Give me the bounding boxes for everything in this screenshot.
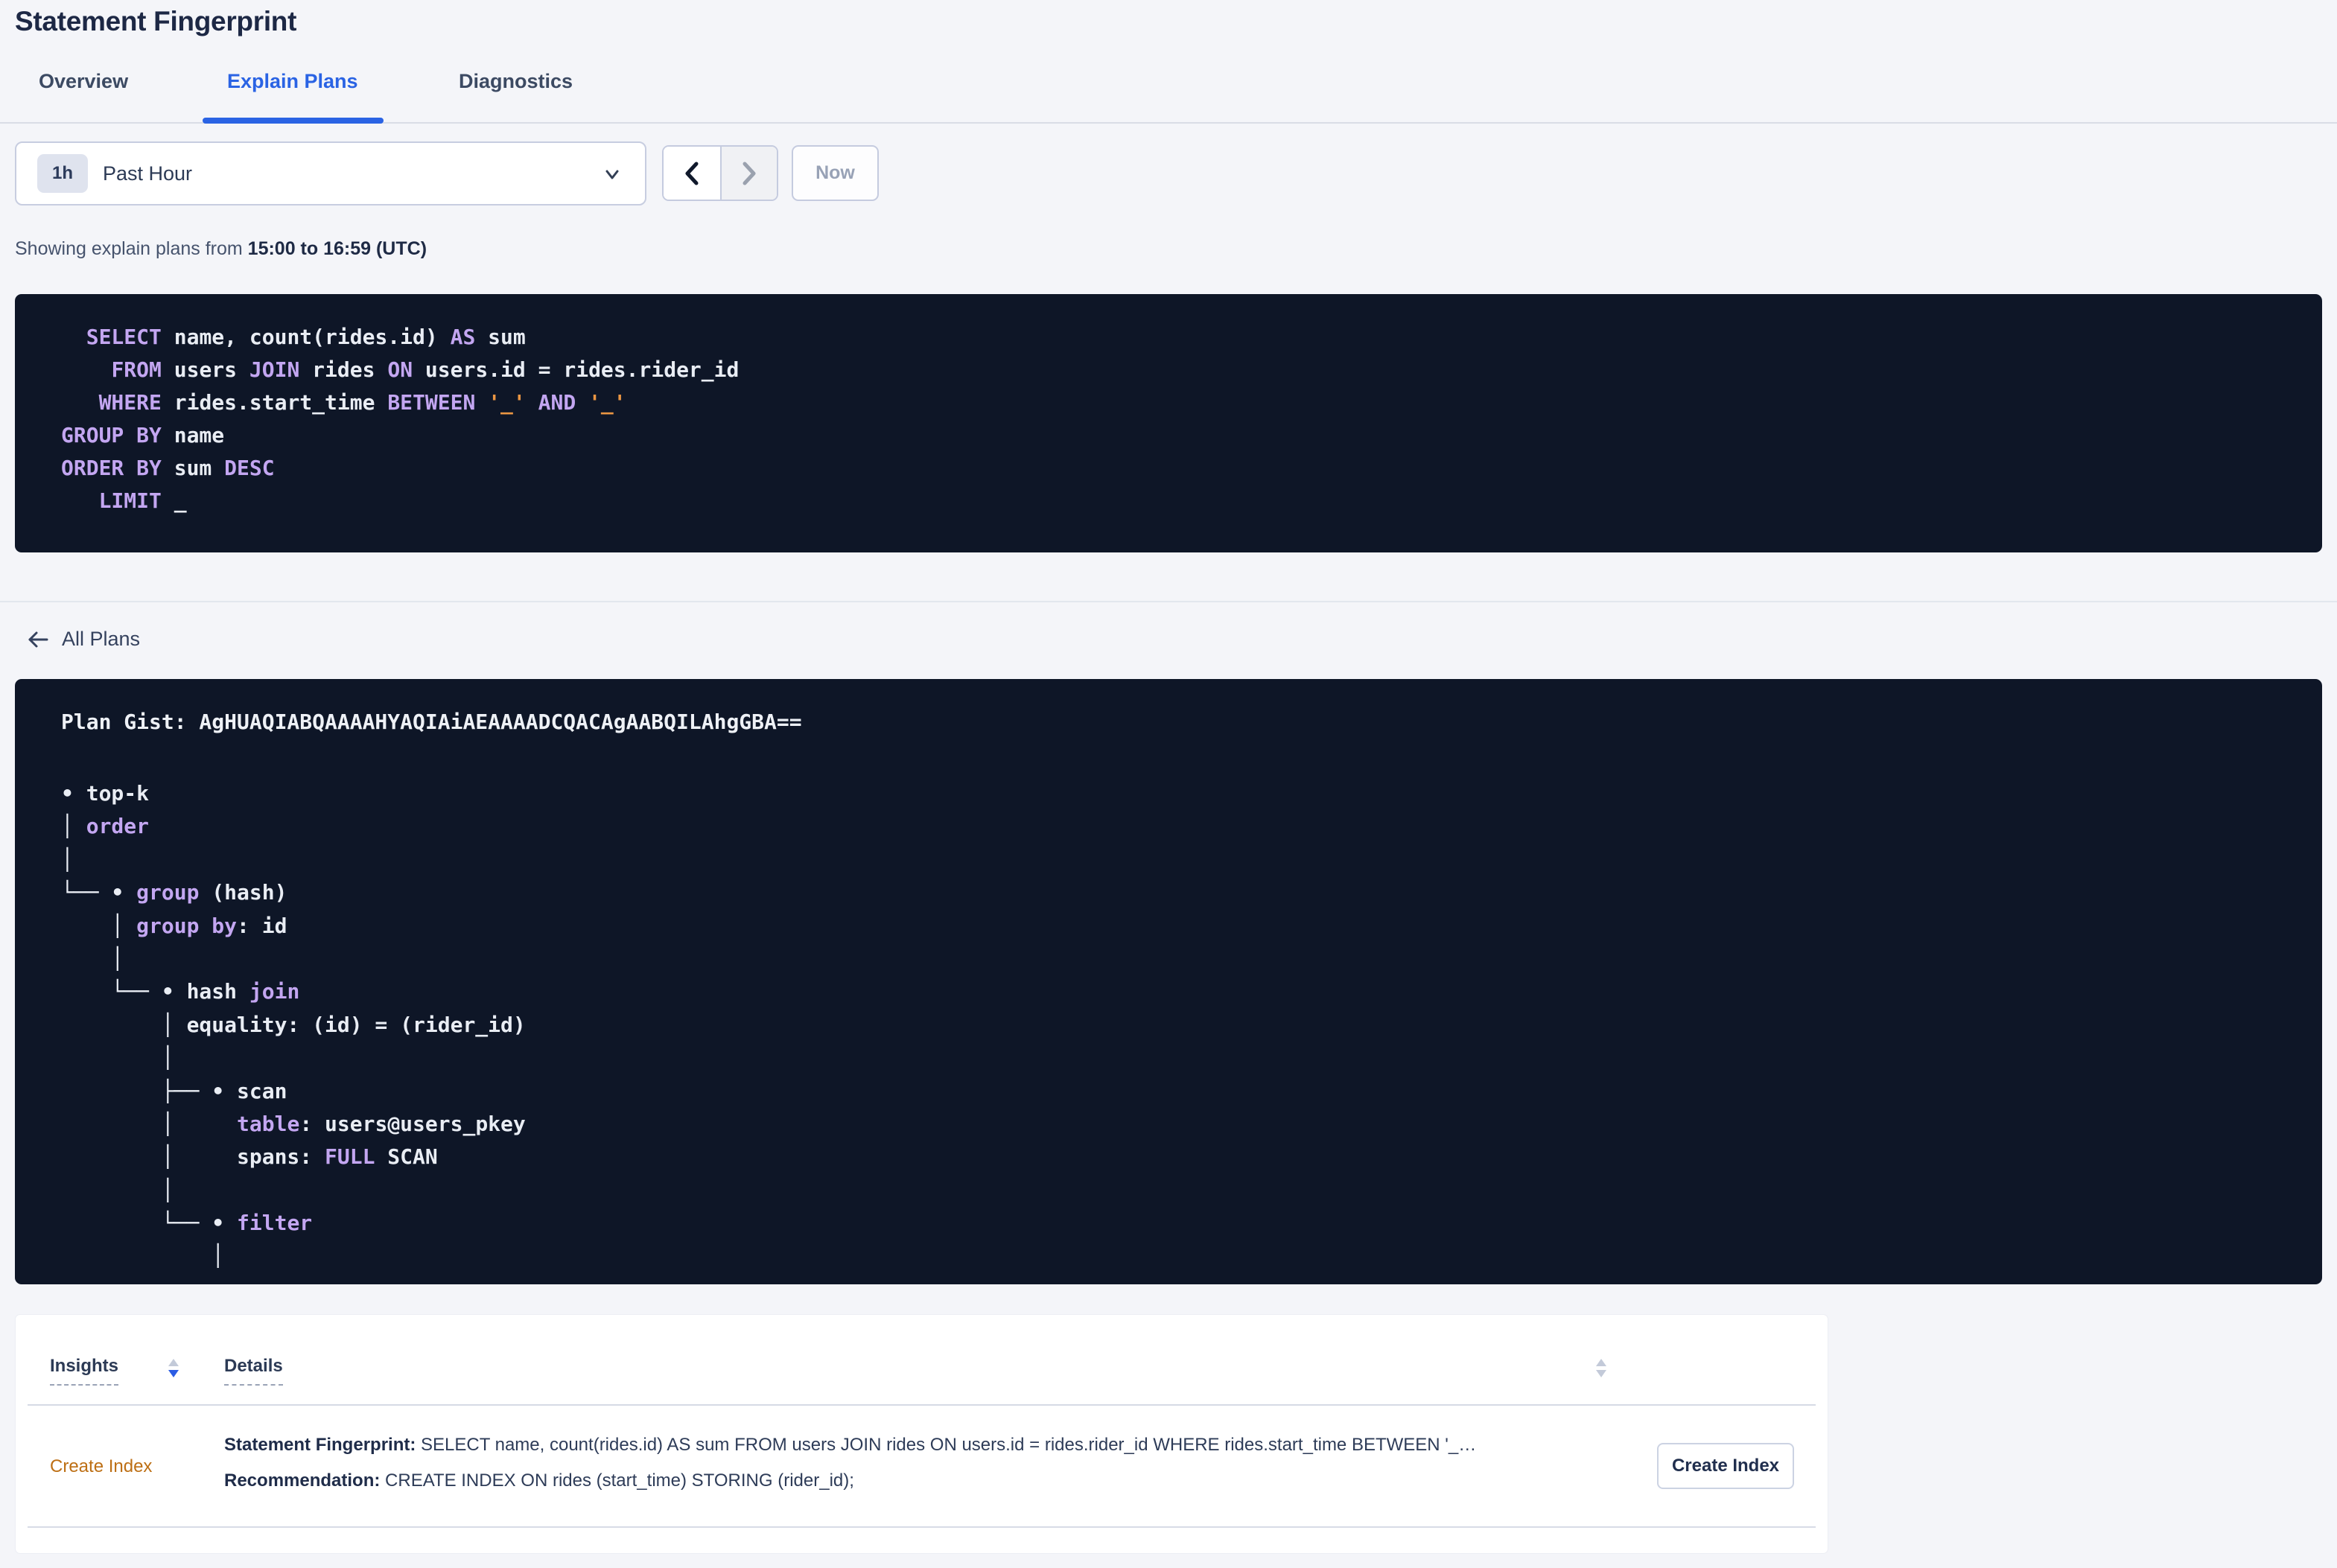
statement-fingerprint-detail: Statement Fingerprint: SELECT name, coun… [224,1435,1476,1456]
chevron-right-icon [743,162,756,185]
recommendation-detail: Recommendation: CREATE INDEX ON rides (s… [224,1470,854,1491]
sort-asc-arrow [1596,1359,1606,1366]
active-tab-indicator [203,118,384,124]
code-line: GROUP BY name [61,423,225,447]
sql-statement-code: SELECT name, count(rides.id) AS sum FROM… [61,321,2322,517]
now-button[interactable]: Now [792,145,879,201]
statement-fingerprint-text: SELECT name, count(rides.id) AS sum FROM… [421,1435,1477,1455]
table-row-divider [28,1526,1816,1528]
time-range-badge: 1h [37,154,88,193]
code-line: └── • hash join [61,979,300,1004]
tab-diagnostics[interactable]: Diagnostics [459,70,573,93]
code-line: │ [61,1243,225,1269]
details-sort-icon[interactable] [1596,1359,1606,1377]
code-line: │ [61,1045,174,1071]
sort-asc-arrow [168,1359,179,1366]
code-line: WHERE rides.start_time BETWEEN '_' AND '… [98,390,626,415]
insights-sort-icon[interactable] [168,1359,179,1377]
showing-prefix: Showing explain plans from [15,238,248,259]
all-plans-link[interactable]: All Plans [27,628,140,651]
next-time-window-button[interactable] [720,147,777,200]
tab-overview[interactable]: Overview [39,70,128,93]
time-window-stepper [662,145,778,201]
time-range-label: Past Hour [103,162,193,185]
chevron-left-icon [685,162,699,185]
code-line: │ [61,1177,174,1202]
code-line: SELECT name, count(rides.id) AS sum [86,325,526,349]
plan-gist-line: Plan Gist: AgHUAQIABQAAAAHYAQIAiAEAAAADC… [61,710,802,734]
time-range-select[interactable]: 1h Past Hour [15,141,646,205]
recommendation-label: Recommendation: [224,1470,386,1491]
code-line: FROM users JOIN rides ON users.id = ride… [111,357,740,382]
code-line: ORDER BY sum DESC [61,456,275,480]
tab-explain-plans[interactable]: Explain Plans [227,70,358,93]
code-line: │ equality: (id) = (rider_id) [61,1012,526,1037]
sort-desc-arrow [168,1370,179,1377]
insights-table-card: Insights Details Create Index Statement … [15,1314,1828,1554]
tab-bar: Overview Explain Plans Diagnostics [0,0,2337,124]
code-line: │ table: users@users_pkey [61,1111,526,1136]
code-line: └── • filter [61,1211,313,1236]
create-index-link[interactable]: Create Index [50,1456,152,1477]
arrow-left-icon [28,631,48,647]
details-column-header[interactable]: Details [224,1356,283,1386]
code-line: │ [61,946,124,971]
code-line: LIMIT _ [98,488,187,513]
create-index-button[interactable]: Create Index [1657,1443,1794,1489]
code-line: │ spans: FULL SCAN [61,1144,438,1170]
chevron-down-icon [605,170,619,179]
code-line: • top-k [61,781,150,806]
section-divider [0,601,2337,602]
code-line: └── • group (hash) [61,880,287,905]
sort-desc-arrow [1596,1370,1606,1377]
insights-column-header[interactable]: Insights [50,1356,119,1386]
recommendation-text: CREATE INDEX ON rides (start_time) STORI… [385,1470,854,1491]
previous-time-window-button[interactable] [664,147,720,200]
table-header-divider [28,1404,1816,1406]
sql-statement-block: SELECT name, count(rides.id) AS sum FROM… [15,294,2322,552]
code-line: │ [61,847,74,872]
code-line: ├── • scan [61,1078,287,1103]
showing-plans-text: Showing explain plans from 15:00 to 16:5… [15,238,427,260]
statement-fingerprint-page: Statement Fingerprint Overview Explain P… [0,0,2337,1568]
showing-range: 15:00 to 16:59 (UTC) [247,238,427,259]
plan-tree: • top-k │ order │ └── • group (hash) │ grou… [61,777,2322,1273]
plan-gist-block: Plan Gist: AgHUAQIABQAAAAHYAQIAiAEAAAADC… [15,679,2322,1284]
all-plans-label: All Plans [62,628,141,650]
code-line: │ order [61,814,150,839]
statement-fingerprint-label: Statement Fingerprint: [224,1435,422,1455]
code-line: │ group by: id [61,913,287,938]
